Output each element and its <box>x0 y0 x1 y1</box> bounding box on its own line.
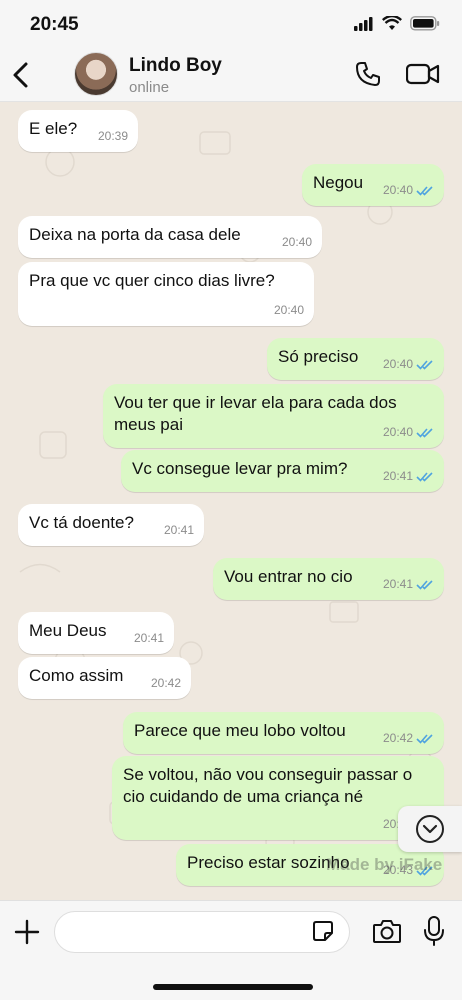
message-meta: 20:40 <box>383 421 434 443</box>
microphone-icon[interactable] <box>424 915 444 947</box>
message-text: Vou ter que ir levar ela para cada dos m… <box>114 393 397 434</box>
message-bubble-outgoing[interactable]: Vou entrar no cio 20:41 <box>213 558 444 600</box>
message-text: Pra que vc quer cinco dias livre? <box>29 271 275 290</box>
contact-avatar[interactable] <box>74 52 118 96</box>
message-meta: 20:42 <box>151 672 181 694</box>
watermark: Made by iFake <box>326 855 443 874</box>
message-time: 20:42 <box>150 676 181 690</box>
message-time: 20:40 <box>382 425 413 439</box>
message-time: 20:41 <box>133 631 164 645</box>
double-check-icon <box>416 471 433 482</box>
message-bubble-outgoing[interactable]: Vc consegue levar pra mim? 20:41 <box>121 450 444 492</box>
status-icons <box>354 16 440 31</box>
message-text: Vou entrar no cio <box>224 567 353 586</box>
chat-area[interactable]: E ele? 20:39 Negou 20:40 Deixa na porta … <box>0 102 462 900</box>
message-meta: 20:40 <box>383 179 434 201</box>
message-text: E ele? <box>29 119 78 138</box>
plus-icon[interactable] <box>14 919 40 945</box>
message-text: Como assim <box>29 666 124 685</box>
message-bubble-incoming[interactable]: Vc tá doente? 20:41 <box>18 504 204 546</box>
contact-status: online <box>129 79 170 96</box>
sticker-icon[interactable] <box>312 920 334 942</box>
message-bubble-incoming[interactable]: E ele? 20:39 <box>18 110 138 152</box>
back-chevron-icon[interactable] <box>10 61 32 89</box>
message-meta: 20:41 <box>134 627 164 649</box>
message-meta: 20:41 <box>383 465 434 487</box>
message-text: Vc consegue levar pra mim? <box>132 459 348 478</box>
message-time: 20:40 <box>273 303 304 317</box>
message-time: 20:41 <box>382 577 413 591</box>
message-meta: 20:40 <box>274 299 304 321</box>
message-bubble-incoming[interactable]: Deixa na porta da casa dele 20:40 <box>18 216 322 258</box>
message-input[interactable] <box>54 911 350 953</box>
phone-icon[interactable] <box>355 61 381 87</box>
message-time: 20:40 <box>382 183 413 197</box>
message-bubble-incoming[interactable]: Pra que vc quer cinco dias livre? 20:40 <box>18 262 314 326</box>
camera-icon[interactable] <box>372 917 402 945</box>
home-indicator <box>153 984 313 990</box>
message-text: Se voltou, não vou conseguir passar o ci… <box>123 765 413 806</box>
message-text: Deixa na porta da casa dele <box>29 225 241 244</box>
double-check-icon <box>416 359 433 370</box>
double-check-icon <box>416 185 433 196</box>
message-time: 20:40 <box>281 235 312 249</box>
message-bubble-outgoing[interactable]: Vou ter que ir levar ela para cada dos m… <box>103 384 444 448</box>
message-bubble-incoming[interactable]: Como assim 20:42 <box>18 657 191 699</box>
message-bubble-outgoing[interactable]: Parece que meu lobo voltou 20:42 <box>123 712 444 754</box>
message-meta: 20:42 <box>383 727 434 749</box>
scroll-to-bottom-button[interactable] <box>398 806 462 852</box>
message-text: Parece que meu lobo voltou <box>134 721 346 740</box>
video-camera-icon[interactable] <box>406 63 440 85</box>
message-bubble-outgoing[interactable]: Negou 20:40 <box>302 164 444 206</box>
message-meta: 20:40 <box>383 353 434 375</box>
message-time: 20:41 <box>382 469 413 483</box>
contact-name[interactable]: Lindo Boy <box>129 55 222 77</box>
signal-icon <box>354 16 373 31</box>
message-bubble-incoming[interactable]: Meu Deus 20:41 <box>18 612 174 654</box>
wifi-icon <box>382 16 402 30</box>
double-check-icon <box>416 733 433 744</box>
message-bubble-outgoing[interactable]: Só preciso 20:40 <box>267 338 444 380</box>
message-text: Só preciso <box>278 347 359 366</box>
status-bar: 20:45 <box>0 0 462 48</box>
message-time: 20:40 <box>382 357 413 371</box>
message-text: Meu Deus <box>29 621 107 640</box>
double-check-icon <box>416 579 433 590</box>
message-time: 20:41 <box>163 523 194 537</box>
message-meta: 20:41 <box>164 519 194 541</box>
message-text: Negou <box>313 173 364 192</box>
message-meta: 20:40 <box>282 231 312 253</box>
chevron-down-icon <box>416 815 444 843</box>
message-meta: 20:39 <box>98 125 128 147</box>
battery-icon <box>410 16 440 31</box>
chat-header: Lindo Boy online <box>0 48 462 102</box>
status-time: 20:45 <box>30 14 79 35</box>
message-meta: 20:41 <box>383 573 434 595</box>
message-time: 20:39 <box>97 129 128 143</box>
message-text: Vc tá doente? <box>29 513 134 532</box>
message-bubble-outgoing[interactable]: Se voltou, não vou conseguir passar o ci… <box>112 756 444 840</box>
double-check-icon <box>416 427 433 438</box>
message-time: 20:42 <box>382 731 413 745</box>
